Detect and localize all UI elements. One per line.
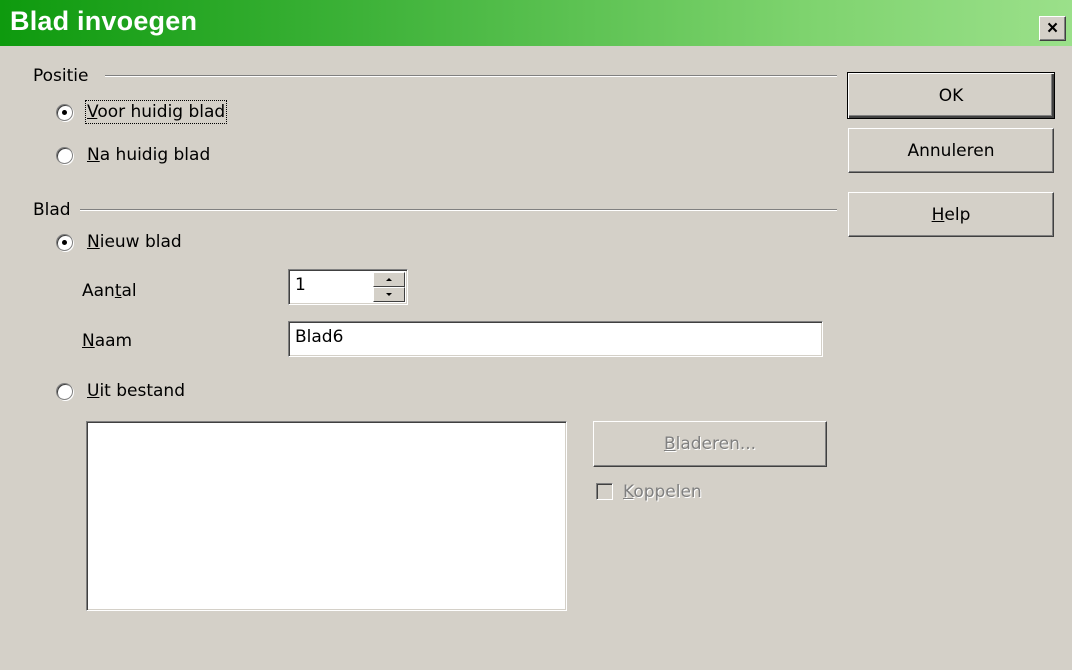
name-input[interactable]: Blad6 bbox=[288, 321, 823, 357]
radio-before-current[interactable] bbox=[56, 104, 73, 121]
cancel-button[interactable]: Annuleren bbox=[848, 128, 1054, 173]
browse-button[interactable]: Bladeren... bbox=[593, 421, 827, 467]
mnemonic-letter: V bbox=[87, 102, 98, 122]
mnemonic-letter: K bbox=[623, 482, 634, 502]
label-text: a huidig blad bbox=[99, 145, 211, 165]
positie-group-title: Positie bbox=[33, 66, 89, 86]
count-label: Aantal bbox=[82, 281, 137, 301]
radio-before-current-label[interactable]: Voor huidig blad bbox=[84, 100, 228, 124]
name-value: Blad6 bbox=[295, 327, 344, 347]
radio-after-current[interactable] bbox=[56, 147, 73, 164]
radio-new-sheet-label[interactable]: Nieuw blad bbox=[87, 232, 182, 252]
mnemonic-letter: H bbox=[931, 204, 945, 225]
help-label: Help bbox=[932, 205, 971, 225]
radio-dot bbox=[62, 240, 67, 245]
spin-up-button[interactable] bbox=[373, 272, 405, 287]
count-spinbox[interactable]: 1 bbox=[288, 269, 408, 305]
blad-separator bbox=[80, 209, 837, 211]
radio-after-current-label[interactable]: Na huidig blad bbox=[87, 145, 210, 165]
radio-from-file-label[interactable]: Uit bestand bbox=[87, 381, 185, 401]
label-text: oor huidig blad bbox=[97, 102, 226, 122]
spin-up-icon bbox=[386, 278, 392, 281]
link-checkbox-label[interactable]: Koppelen bbox=[623, 482, 702, 502]
name-label: Naam bbox=[82, 331, 132, 351]
link-checkbox[interactable] bbox=[596, 483, 613, 500]
label-text: ieuw blad bbox=[99, 232, 182, 252]
mnemonic-letter: N bbox=[82, 331, 95, 351]
mnemonic-letter: N bbox=[87, 145, 100, 165]
label-text: oppelen bbox=[633, 482, 702, 502]
window-title: Blad invoegen bbox=[10, 6, 198, 36]
positie-separator bbox=[105, 75, 837, 77]
label-text: elp bbox=[944, 204, 971, 225]
ok-button[interactable]: OK bbox=[847, 72, 1055, 119]
blad-group-title: Blad bbox=[33, 200, 71, 220]
mnemonic-letter: N bbox=[87, 232, 100, 252]
mnemonic-letter: t bbox=[114, 281, 122, 301]
ok-label: OK bbox=[938, 85, 964, 106]
radio-from-file[interactable] bbox=[56, 383, 73, 400]
close-button[interactable]: × bbox=[1039, 16, 1066, 41]
label-text: laderen... bbox=[675, 434, 757, 454]
browse-label: Bladeren... bbox=[664, 434, 756, 454]
help-button[interactable]: Help bbox=[848, 192, 1054, 237]
label-text: it bestand bbox=[99, 381, 186, 401]
label-text: aam bbox=[94, 331, 133, 351]
file-sheet-list[interactable] bbox=[86, 421, 567, 611]
mnemonic-letter: U bbox=[87, 381, 100, 401]
radio-dot bbox=[62, 110, 67, 115]
close-icon: × bbox=[1046, 18, 1059, 39]
spin-down-button[interactable] bbox=[373, 287, 405, 302]
radio-new-sheet[interactable] bbox=[56, 234, 73, 251]
mnemonic-letter: B bbox=[663, 434, 676, 454]
label-text: Aan bbox=[82, 281, 115, 301]
label-text: al bbox=[121, 281, 137, 301]
title-bar: Blad invoegen × bbox=[0, 0, 1072, 46]
count-value: 1 bbox=[295, 275, 306, 295]
cancel-label: Annuleren bbox=[907, 140, 995, 161]
spin-down-icon bbox=[386, 293, 392, 296]
